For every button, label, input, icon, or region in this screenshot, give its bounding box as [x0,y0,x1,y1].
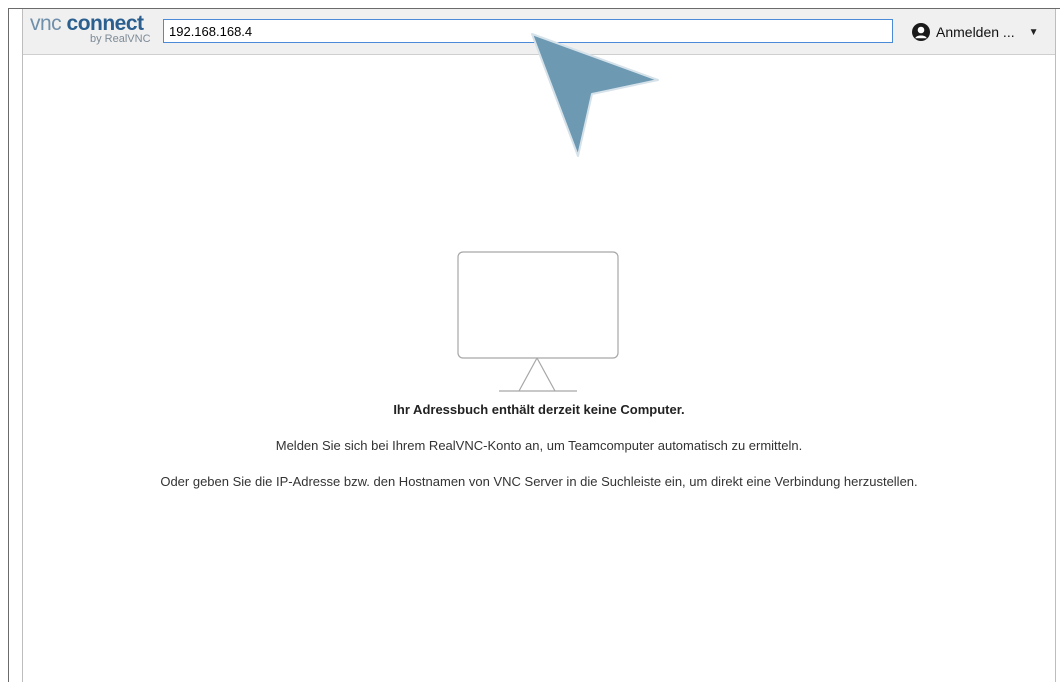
screen: vnc connect by RealVNC Anmelden ... ▼ [0,0,1060,682]
toolbar: vnc connect by RealVNC Anmelden ... ▼ [23,9,1055,55]
empty-address-book: Ihr Adressbuch enthält derzeit keine Com… [23,55,1055,682]
user-icon [912,23,930,41]
empty-state-hint-address: Oder geben Sie die IP-Adresse bzw. den H… [160,474,918,489]
sign-in-button[interactable]: Anmelden ... ▼ [912,18,1047,46]
empty-state-title: Ihr Adressbuch enthält derzeit keine Com… [393,402,685,417]
vnc-viewer-window: vnc connect by RealVNC Anmelden ... ▼ [22,9,1056,682]
empty-state-hint-signin: Melden Sie sich bei Ihrem RealVNC-Konto … [275,438,803,453]
logo-vnc-text: vnc [30,12,67,35]
chevron-down-icon[interactable]: ▼ [1029,27,1039,38]
logo-connect-text: connect [66,12,145,35]
logo-byline: by RealVNC [90,33,151,45]
address-search-input[interactable] [163,19,893,43]
vnc-connect-logo: vnc connect by RealVNC [30,12,156,48]
outer-frame-left [8,8,9,682]
monitor-icon [457,251,619,392]
sign-in-label: Anmelden ... [936,24,1015,40]
